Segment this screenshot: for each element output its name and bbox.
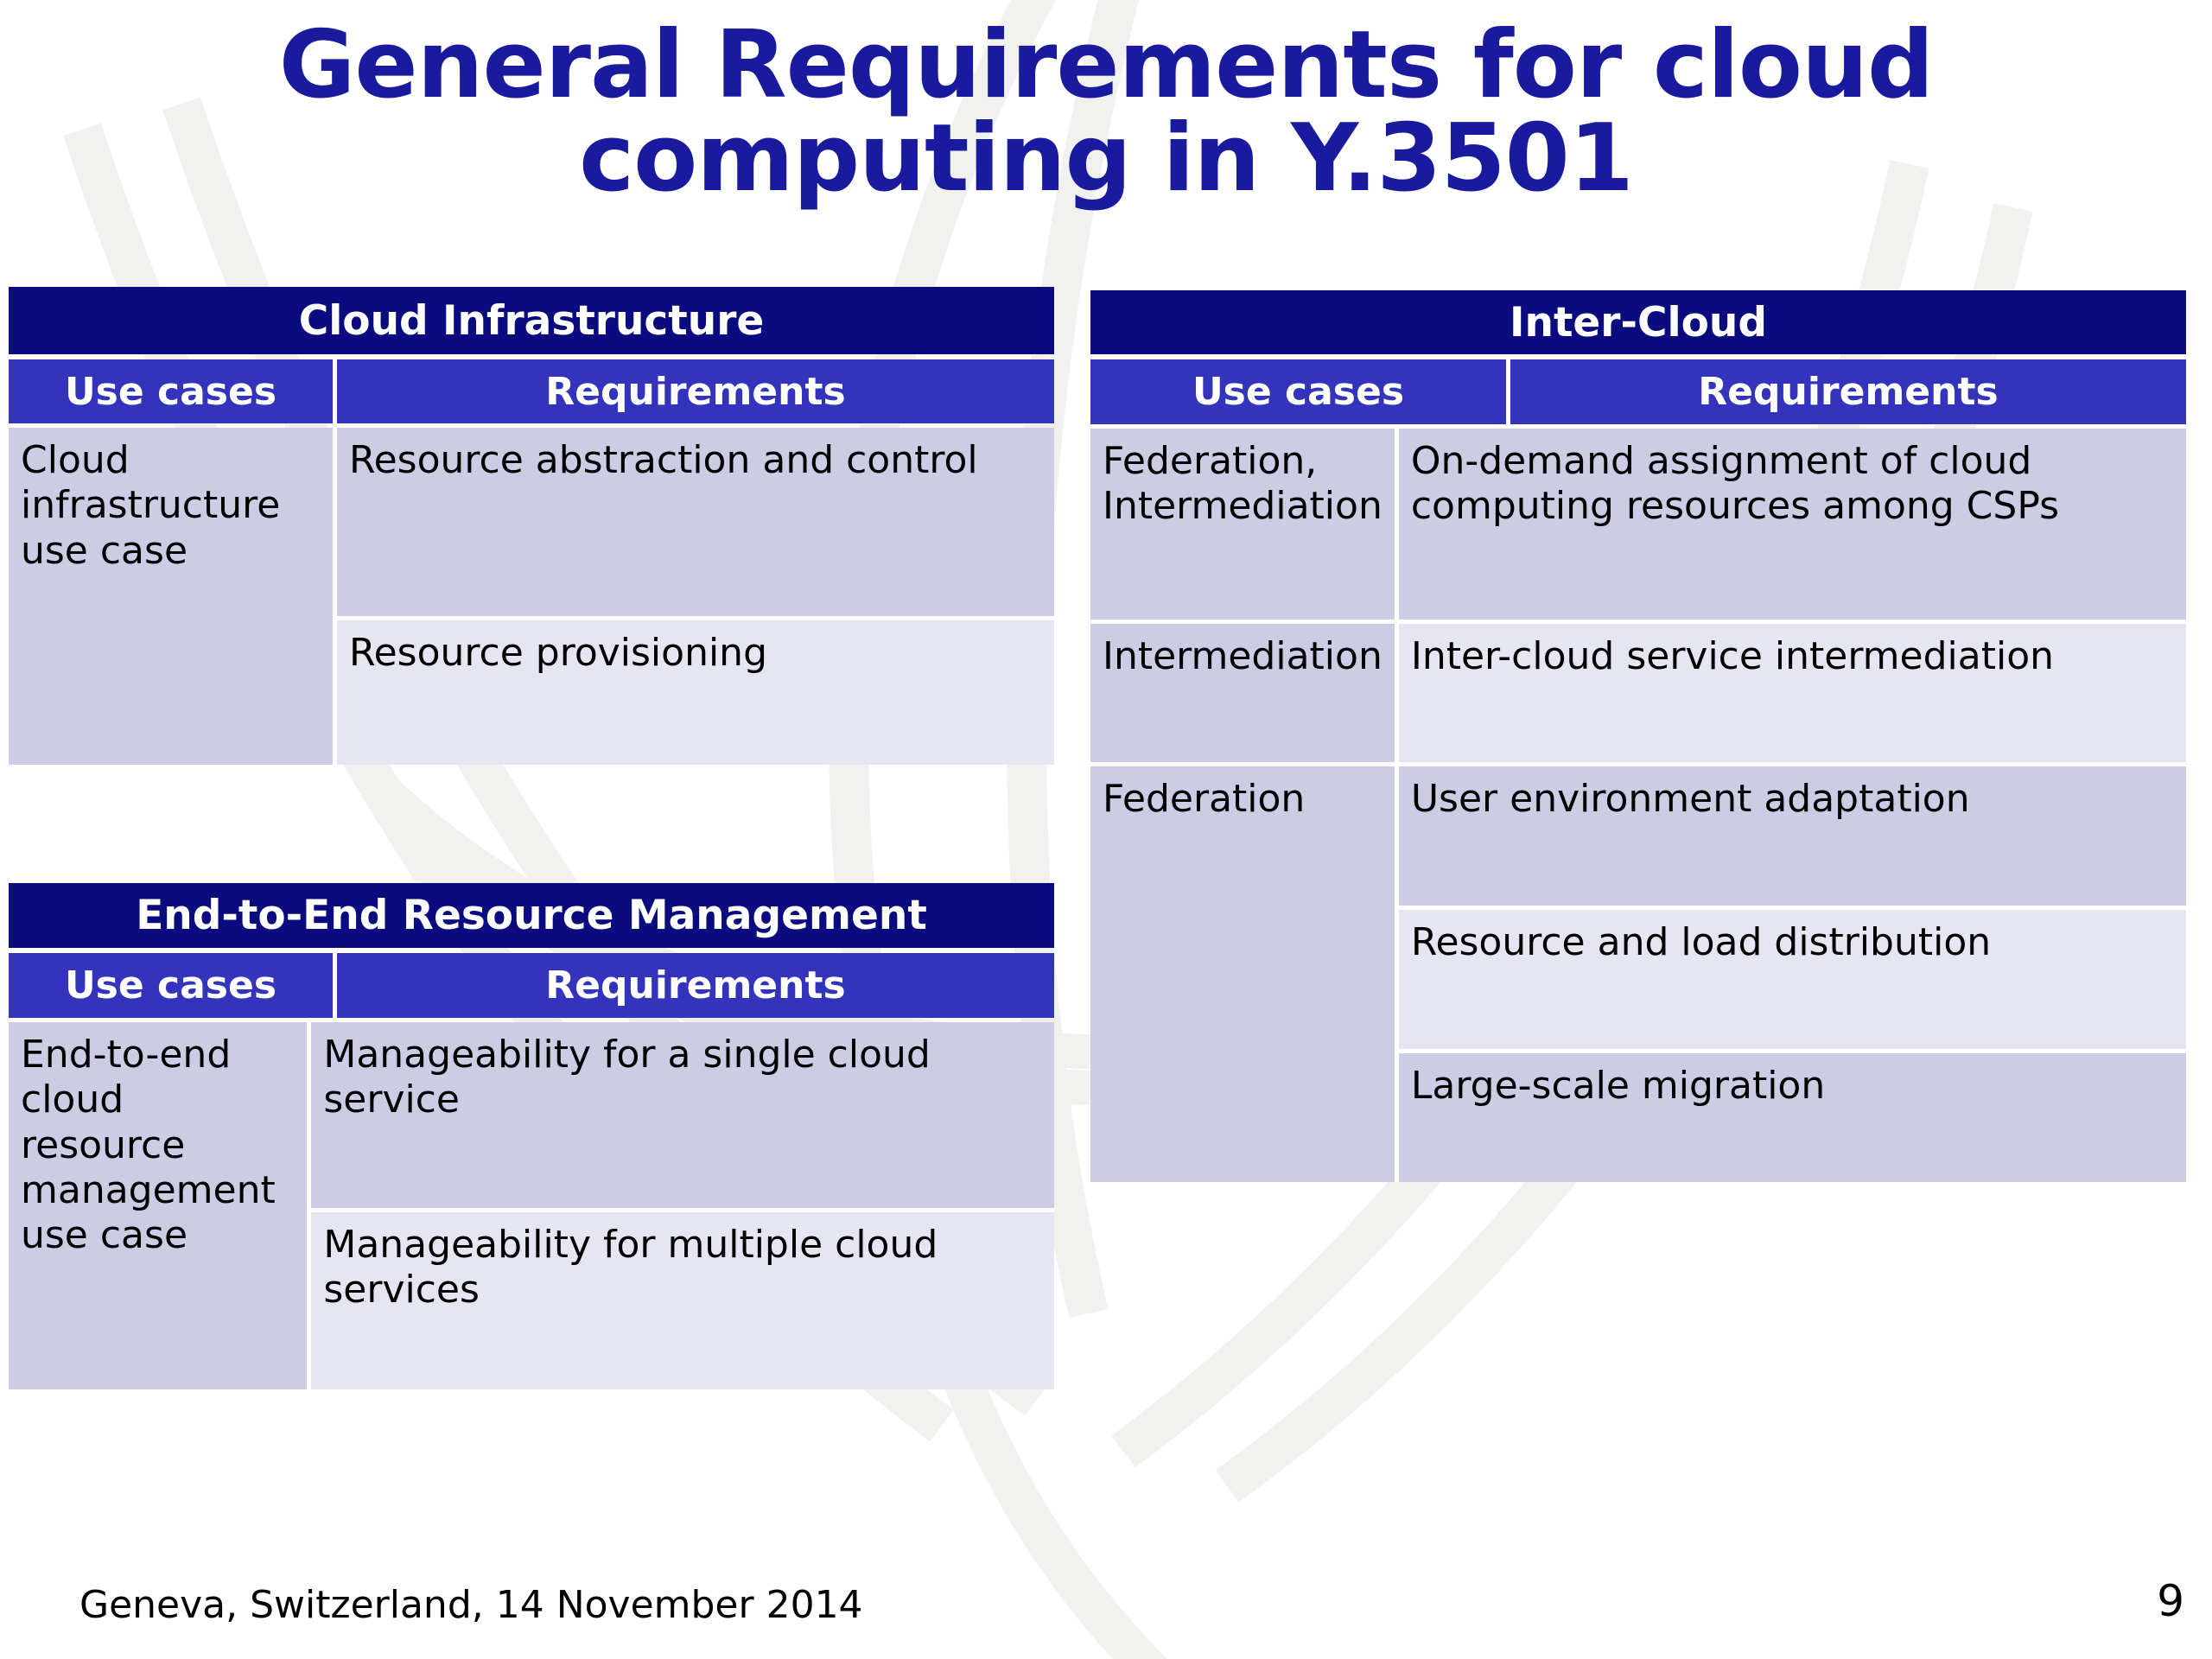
table-cell-use-case: Federation, Intermediation bbox=[1090, 429, 1395, 620]
page-title: General Requirements for cloud computing… bbox=[278, 11, 1935, 213]
table-cloud-infrastructure: Cloud Infrastructure Use cases Requireme… bbox=[9, 287, 1054, 765]
table-cell-requirement: Manageability for multiple cloud service… bbox=[311, 1212, 1054, 1389]
requirements-column: Resource abstraction and control Resourc… bbox=[337, 428, 1054, 765]
table-title-end-to-end-resource-management: End-to-End Resource Management bbox=[9, 883, 1054, 948]
use-cases-column: Federation, Intermediation Intermediatio… bbox=[1090, 429, 1395, 1182]
table-header-row: Use cases Requirements bbox=[9, 359, 1054, 423]
table-body: End-to-end cloud resource management use… bbox=[9, 1022, 1054, 1389]
column-header-use-cases: Use cases bbox=[9, 359, 333, 423]
column-header-requirements: Requirements bbox=[337, 359, 1054, 423]
table-end-to-end-resource-management: End-to-End Resource Management Use cases… bbox=[9, 883, 1054, 1389]
table-cell-requirement: Resource abstraction and control bbox=[337, 428, 1054, 616]
table-cell-requirement: On-demand assignment of cloud computing … bbox=[1398, 429, 2186, 620]
table-body: Cloud infrastructure use case Resource a… bbox=[9, 428, 1054, 765]
table-cell-requirement: User environment adaptation bbox=[1398, 766, 2186, 906]
table-cell-use-case: End-to-end cloud resource management use… bbox=[9, 1022, 308, 1389]
footer-page-number: 9 bbox=[2157, 1576, 2184, 1626]
table-header-row: Use cases Requirements bbox=[9, 953, 1054, 1018]
requirements-column: On-demand assignment of cloud computing … bbox=[1398, 429, 2186, 1182]
table-cell-requirement: Resource and load distribution bbox=[1398, 910, 2186, 1049]
column-header-use-cases: Use cases bbox=[9, 953, 333, 1018]
column-header-requirements: Requirements bbox=[337, 953, 1054, 1018]
use-cases-column: End-to-end cloud resource management use… bbox=[9, 1022, 308, 1389]
table-cell-use-case: Federation bbox=[1090, 766, 1395, 1182]
column-header-use-cases: Use cases bbox=[1090, 359, 1506, 424]
table-cell-requirement: Inter-cloud service intermediation bbox=[1398, 624, 2186, 762]
table-cell-use-case: Intermediation bbox=[1090, 624, 1395, 762]
table-title-inter-cloud: Inter-Cloud bbox=[1090, 290, 2186, 354]
requirements-column: Manageability for a single cloud service… bbox=[311, 1022, 1054, 1389]
table-cell-requirement: Manageability for a single cloud service bbox=[311, 1022, 1054, 1208]
table-title-cloud-infrastructure: Cloud Infrastructure bbox=[9, 287, 1054, 354]
table-cell-use-case: Cloud infrastructure use case bbox=[9, 428, 333, 765]
footer-location: Geneva, Switzerland, 14 November 2014 bbox=[79, 1583, 863, 1627]
table-cell-requirement: Resource provisioning bbox=[337, 620, 1054, 765]
table-body: Federation, Intermediation Intermediatio… bbox=[1090, 429, 2186, 1182]
column-header-requirements: Requirements bbox=[1510, 359, 2186, 424]
use-cases-column: Cloud infrastructure use case bbox=[9, 428, 333, 765]
table-inter-cloud: Inter-Cloud Use cases Requirements Feder… bbox=[1090, 290, 2186, 1182]
table-cell-requirement: Large-scale migration bbox=[1398, 1053, 2186, 1182]
table-header-row: Use cases Requirements bbox=[1090, 359, 2186, 424]
